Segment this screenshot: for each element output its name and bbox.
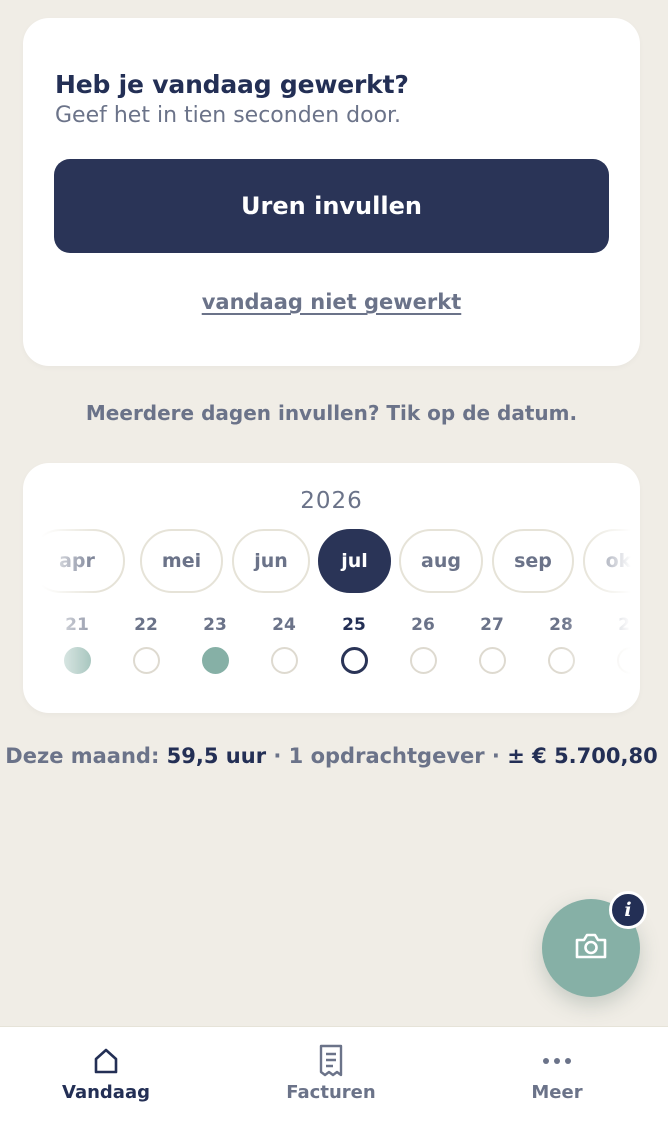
day-number: 27	[480, 615, 504, 635]
today-card: Heb je vandaag gewerkt? Geef het in tien…	[23, 18, 640, 366]
day-status-dot	[201, 647, 229, 674]
day-status-dot	[547, 647, 575, 674]
camera-icon	[574, 931, 608, 965]
day-number: 29	[618, 615, 642, 635]
day-status-dot	[132, 647, 160, 674]
summary-label: Deze maand:	[5, 744, 160, 768]
nav-label: Vandaag	[62, 1082, 150, 1103]
today-card-subtitle: Geef het in tien seconden door.	[55, 103, 402, 128]
day-22[interactable]: 22	[126, 613, 166, 674]
day-21[interactable]: 21	[57, 613, 97, 674]
day-number: 21	[65, 615, 89, 635]
day-status-dot	[270, 647, 298, 674]
bottom-navigation: Vandaag Facturen Meer	[0, 1026, 668, 1126]
day-24[interactable]: 24	[264, 613, 304, 674]
summary-clients: 1 opdrachtgever	[288, 744, 485, 768]
day-number: 28	[549, 615, 573, 635]
day-number: 24	[272, 615, 296, 635]
nav-label: Facturen	[286, 1082, 376, 1103]
enter-hours-button[interactable]: Uren invullen	[54, 159, 609, 253]
day-26[interactable]: 26	[403, 613, 443, 674]
day-status-dot	[409, 647, 437, 674]
day-strip: 21 22 23 24 25 26 27 28 29	[41, 613, 644, 693]
nav-item-vandaag[interactable]: Vandaag	[26, 1027, 186, 1126]
month-chip-jul[interactable]: jul	[318, 529, 391, 593]
day-27[interactable]: 27	[472, 613, 512, 674]
month-chip-sep[interactable]: sep	[492, 529, 574, 593]
day-status-dot	[340, 647, 368, 674]
day-number: 22	[134, 615, 158, 635]
month-chip-aug[interactable]: aug	[399, 529, 483, 593]
month-chip-apr[interactable]: apr	[41, 529, 125, 593]
summary-separator: ·	[266, 744, 289, 768]
nav-label: Meer	[531, 1082, 583, 1103]
day-number: 26	[411, 615, 435, 635]
month-chip-jun[interactable]: jun	[232, 529, 310, 593]
day-number: 25	[342, 615, 366, 635]
nav-item-facturen[interactable]: Facturen	[251, 1027, 411, 1126]
month-chip-okt[interactable]: okt	[583, 529, 631, 593]
summary-hours: 59,5 uur	[166, 744, 267, 768]
month-chip-mei[interactable]: mei	[140, 529, 223, 593]
nav-item-meer[interactable]: Meer	[477, 1027, 637, 1126]
day-25-today[interactable]: 25	[334, 613, 374, 674]
day-28[interactable]: 28	[541, 613, 581, 674]
day-29[interactable]: 29	[610, 613, 650, 674]
day-status-dot	[478, 647, 506, 674]
summary-separator: ·	[484, 744, 508, 768]
more-icon	[542, 1045, 572, 1077]
month-summary: Deze maand: 59,5 uur · 1 opdrachtgever ·…	[0, 744, 663, 768]
month-selector[interactable]: apr mei jun jul aug sep okt	[41, 529, 631, 595]
calendar-year: 2026	[300, 488, 363, 514]
summary-amount: ± € 5.700,80	[507, 744, 658, 768]
day-number: 23	[203, 615, 227, 635]
day-23[interactable]: 23	[195, 613, 235, 674]
calendar-card: 2026 apr mei jun jul aug sep okt 21 22 2…	[23, 463, 644, 713]
home-icon	[92, 1045, 120, 1077]
day-status-dot	[616, 647, 644, 674]
multi-day-hint: Meerdere dagen invullen? Tik op de datum…	[85, 401, 578, 425]
not-worked-today-link[interactable]: vandaag niet gewerkt	[23, 290, 640, 314]
receipt-icon	[318, 1044, 344, 1077]
today-card-title: Heb je vandaag gewerkt?	[55, 70, 409, 99]
info-badge-icon[interactable]: i	[609, 891, 647, 929]
day-status-dot	[63, 647, 91, 674]
